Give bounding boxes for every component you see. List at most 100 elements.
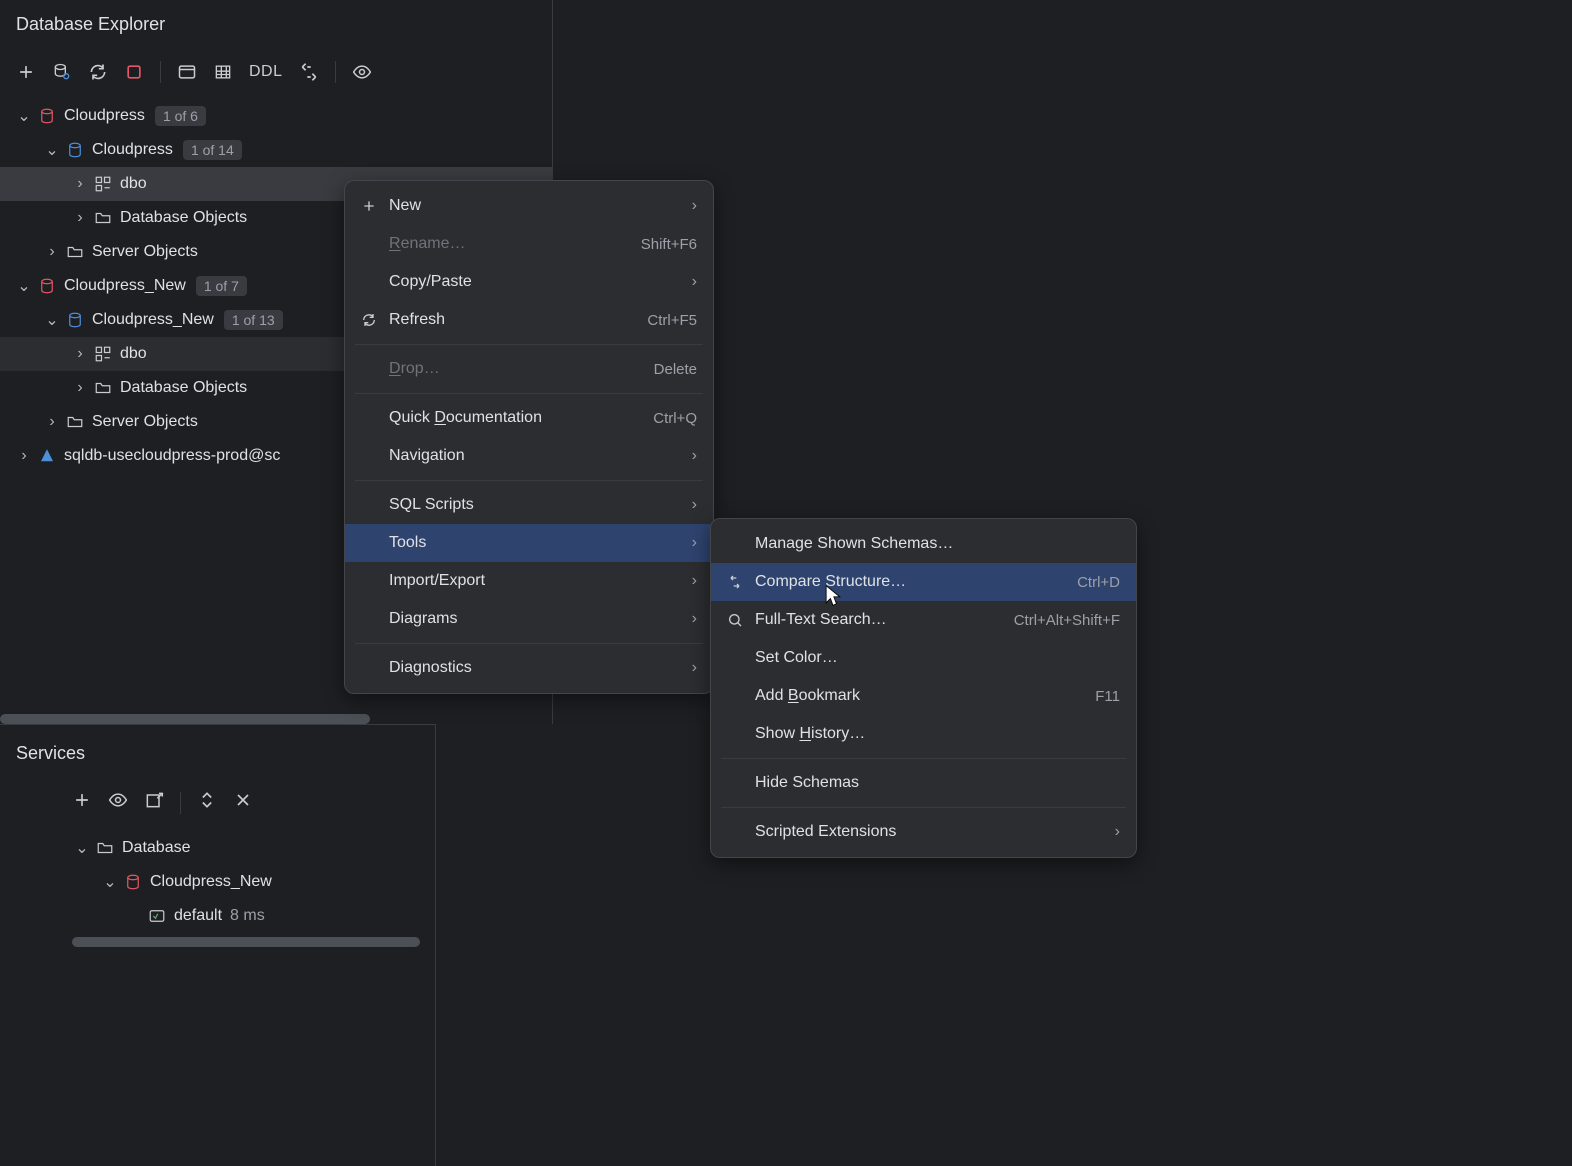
ddl-button[interactable]: DDL <box>249 63 283 81</box>
elapsed-time: 8 ms <box>230 907 265 925</box>
shortcut-label: Ctrl+F5 <box>647 312 697 329</box>
menu-item-refresh[interactable]: RefreshCtrl+F5 <box>345 301 713 339</box>
chevron-right-icon: › <box>692 496 697 514</box>
chevron-right-icon[interactable]: › <box>72 345 88 363</box>
tree-row[interactable]: ⌄ Cloudpress_New <box>0 865 435 899</box>
menu-item-diagnostics[interactable]: Diagnostics› <box>345 649 713 687</box>
chevron-right-icon[interactable]: › <box>16 447 32 465</box>
menu-item-label: New <box>389 197 692 215</box>
horizontal-scrollbar[interactable] <box>72 937 420 947</box>
menu-item-rename: Rename…Shift+F6 <box>345 225 713 263</box>
menu-item-scripted-extensions[interactable]: Scripted Extensions› <box>711 813 1136 851</box>
menu-item-label: Compare Structure… <box>755 573 1077 591</box>
tree-row[interactable]: ⌄Cloudpress1 of 14 <box>0 133 552 167</box>
menu-item-navigation[interactable]: Navigation› <box>345 437 713 475</box>
menu-item-label: Drop… <box>389 360 654 378</box>
menu-item-label: Add Bookmark <box>755 687 1095 705</box>
tree-label: sqldb-usecloudpress-prod@sc <box>64 447 280 465</box>
menu-item-set-color[interactable]: Set Color… <box>711 639 1136 677</box>
tools-submenu[interactable]: Manage Shown Schemas…Compare Structure…C… <box>710 518 1137 858</box>
menu-item-label: Navigation <box>389 447 692 465</box>
folder-icon <box>66 413 84 431</box>
add-service-icon[interactable] <box>72 790 92 815</box>
db-red-icon <box>38 277 56 295</box>
tree-label: Database Objects <box>120 209 247 227</box>
add-icon[interactable] <box>16 62 36 82</box>
menu-item-diagrams[interactable]: Diagrams› <box>345 600 713 638</box>
refresh-icon <box>359 312 379 328</box>
chevron-right-icon: › <box>1115 823 1120 841</box>
shortcut-label: F11 <box>1095 688 1120 705</box>
chevron-down-icon[interactable]: ⌄ <box>44 310 60 330</box>
menu-item-label: Import/Export <box>389 572 692 590</box>
chevron-right-icon: › <box>692 197 697 215</box>
menu-item-label: Diagrams <box>389 610 692 628</box>
services-tree[interactable]: ⌄ Database ⌄ Cloudpress_New default 8 ms <box>0 825 435 933</box>
menu-item-hide-schemas[interactable]: Hide Schemas <box>711 764 1136 802</box>
tree-label: Database <box>122 839 191 857</box>
chevron-right-icon[interactable]: › <box>44 243 60 261</box>
tree-row[interactable]: default 8 ms <box>0 899 435 933</box>
chevron-right-icon[interactable]: › <box>72 209 88 227</box>
chevron-down-icon: ⌄ <box>102 872 118 892</box>
tree-label: Cloudpress <box>64 107 145 125</box>
menu-item-copy-paste[interactable]: Copy/Paste› <box>345 263 713 301</box>
context-menu[interactable]: New›Rename…Shift+F6Copy/Paste›RefreshCtr… <box>344 180 714 694</box>
azure-icon <box>38 447 56 465</box>
db-blue-icon <box>66 311 84 329</box>
menu-item-tools[interactable]: Tools› <box>345 524 713 562</box>
show-icon[interactable] <box>108 790 128 815</box>
chevron-right-icon[interactable]: › <box>72 379 88 397</box>
menu-separator <box>355 393 703 394</box>
menu-item-manage-shown-schemas[interactable]: Manage Shown Schemas… <box>711 525 1136 563</box>
collapse-expand-icon[interactable] <box>197 790 217 815</box>
menu-item-quick-documentation[interactable]: Quick DocumentationCtrl+Q <box>345 399 713 437</box>
chevron-down-icon[interactable]: ⌄ <box>44 140 60 160</box>
menu-item-import-export[interactable]: Import/Export› <box>345 562 713 600</box>
menu-item-sql-scripts[interactable]: SQL Scripts› <box>345 486 713 524</box>
count-badge: 1 of 13 <box>224 310 283 330</box>
menu-item-label: Diagnostics <box>389 659 692 677</box>
console-icon[interactable] <box>177 62 197 82</box>
menu-item-compare-structure[interactable]: Compare Structure…Ctrl+D <box>711 563 1136 601</box>
menu-item-full-text-search[interactable]: Full-Text Search…Ctrl+Alt+Shift+F <box>711 601 1136 639</box>
tree-row[interactable]: ⌄ Cloudpress 1 of 6 <box>0 99 552 133</box>
shortcut-label: Ctrl+Alt+Shift+F <box>1014 612 1120 629</box>
chevron-right-icon[interactable]: › <box>44 413 60 431</box>
menu-item-show-history[interactable]: Show History… <box>711 715 1136 753</box>
menu-item-add-bookmark[interactable]: Add BookmarkF11 <box>711 677 1136 715</box>
chevron-down-icon[interactable]: ⌄ <box>16 106 32 126</box>
explorer-toolbar: DDL <box>0 49 552 95</box>
datasource-properties-icon[interactable] <box>52 62 72 82</box>
chevron-right-icon: › <box>692 659 697 677</box>
compare-icon <box>725 574 745 590</box>
compare-icon[interactable] <box>299 62 319 82</box>
folder-icon <box>66 243 84 261</box>
tree-label: Cloudpress <box>92 141 173 159</box>
tree-label: Server Objects <box>92 243 198 261</box>
menu-item-new[interactable]: New› <box>345 187 713 225</box>
tree-label: default <box>174 907 222 925</box>
tree-row[interactable]: ⌄ Database <box>0 831 435 865</box>
chevron-right-icon[interactable]: › <box>72 175 88 193</box>
menu-item-label: Rename… <box>389 235 641 253</box>
menu-item-label: SQL Scripts <box>389 496 692 514</box>
services-toolbar <box>0 780 435 825</box>
stop-icon[interactable] <box>124 62 144 82</box>
schema-icon <box>94 175 112 193</box>
chevron-down-icon[interactable]: ⌄ <box>16 276 32 296</box>
menu-item-label: Manage Shown Schemas… <box>755 535 1120 553</box>
table-icon[interactable] <box>213 62 233 82</box>
open-new-tab-icon[interactable] <box>144 790 164 815</box>
refresh-icon[interactable] <box>88 62 108 82</box>
menu-item-label: Set Color… <box>755 649 1120 667</box>
folder-icon <box>94 379 112 397</box>
count-badge: 1 of 7 <box>196 276 247 296</box>
chevron-right-icon: › <box>692 273 697 291</box>
count-badge: 1 of 6 <box>155 106 206 126</box>
tree-label: dbo <box>120 345 147 363</box>
view-options-icon[interactable] <box>352 62 372 82</box>
horizontal-scrollbar[interactable] <box>0 714 370 724</box>
close-icon[interactable] <box>233 790 253 815</box>
tree-label: Cloudpress_New <box>92 311 214 329</box>
